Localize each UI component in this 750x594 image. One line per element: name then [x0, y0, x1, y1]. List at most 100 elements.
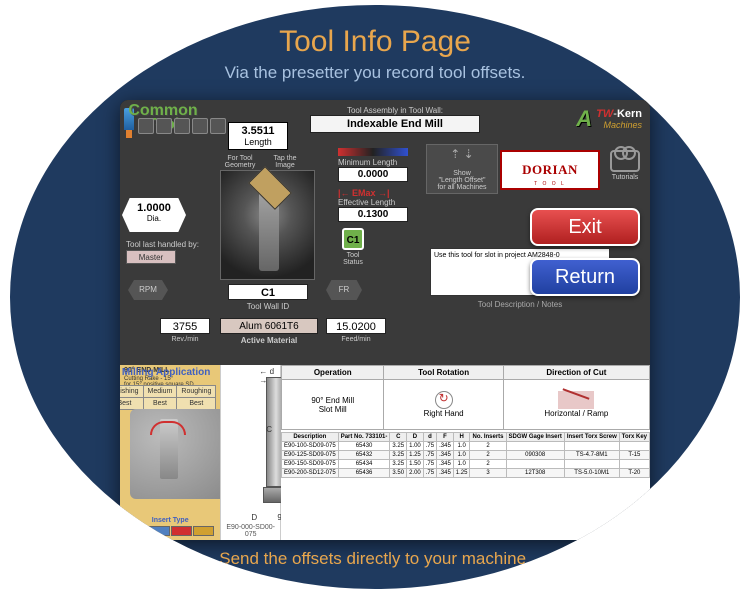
dorian-sub: T O O L: [534, 181, 566, 187]
insert-cell: [171, 526, 192, 536]
spec-cell: E90-150-SD09-075: [281, 460, 338, 469]
insert-cell: [148, 526, 169, 536]
spec-table: DescriptionPart No. 733101-CDdFHNo. Inse…: [281, 432, 650, 478]
dorian-text: DORIAN: [522, 162, 578, 178]
rpm-value[interactable]: 3755: [160, 318, 210, 334]
spec-header: SDGW Gage Insert: [506, 433, 564, 442]
spec-cell: 1.0: [453, 451, 470, 460]
spec-header: Torx Key: [619, 433, 649, 442]
data-panel: Operation Tool Rotation Direction of Cut…: [281, 365, 650, 540]
diagram-panel: ← d → C D 90° E90-000-SD00-075: [220, 365, 281, 540]
tool-image[interactable]: [220, 170, 315, 280]
toolbar-icon[interactable]: [210, 118, 226, 134]
eff-length-block: |← EMax →| Effective Length 0.1300: [338, 188, 408, 222]
assembly-value[interactable]: Indexable End Mill: [310, 115, 480, 133]
mill-col: Roughing: [177, 386, 216, 398]
spec-cell: .345: [437, 460, 454, 469]
spec-cell: E90-100-SD09-075: [281, 442, 338, 451]
spec-cell: 12T308: [506, 469, 564, 478]
spec-cell: .75: [423, 442, 436, 451]
top-panel: Common Tool Tool Assembly in Tool Wall: …: [120, 100, 650, 365]
op-value: 90° End Mill Slot Mill: [281, 380, 383, 430]
tap-image-label: Tap the Image: [265, 155, 305, 169]
length-readout[interactable]: 3.5511 Length: [228, 122, 288, 150]
mill-val: Best: [143, 398, 177, 410]
spec-cell: 1.50: [407, 460, 424, 469]
spec-cell: E90-125-SD09-075: [281, 451, 338, 460]
spec-header: Part No. 733101-: [338, 433, 390, 442]
assembly-label: Tool Assembly in Tool Wall:: [310, 106, 480, 115]
min-length-label: Minimum Length: [338, 158, 408, 167]
min-length-value[interactable]: 0.0000: [338, 167, 408, 182]
spec-cell: [619, 460, 649, 469]
dorian-logo[interactable]: DORIAN T O O L: [500, 150, 600, 190]
spec-cell: .75: [423, 469, 436, 478]
spec-cell: [506, 442, 564, 451]
material-value[interactable]: Alum 6061T6: [220, 318, 318, 334]
spec-cell: 1.00: [407, 442, 424, 451]
show-length-offset-button[interactable]: ⇡ ⇣ Show "Length Offset" for all Machine…: [426, 144, 498, 194]
emax-label: |← EMax →|: [338, 188, 408, 198]
spec-cell: 2: [470, 442, 506, 451]
spec-header: Description: [281, 433, 338, 442]
spec-cell: T-20: [619, 469, 649, 478]
brand-logo: A TW-Kern Machines: [576, 106, 642, 132]
for-geometry-label: For Tool Geometry: [220, 155, 260, 169]
op-hdr: Tool Rotation: [384, 366, 503, 380]
tutorials-label: Tutorials: [606, 174, 644, 181]
table-row[interactable]: E90-100-SD09-075654303.251.00.75.3451.02: [281, 442, 649, 451]
spec-cell: 65430: [338, 442, 390, 451]
diameter-readout[interactable]: 1.0000 Dia.: [122, 198, 186, 232]
table-row[interactable]: E90-200-SD12-075654363.502.00.75.3451.25…: [281, 469, 649, 478]
table-row[interactable]: E90-125-SD09-075654323.251.25.75.3451.02…: [281, 451, 649, 460]
spec-header: F: [437, 433, 454, 442]
page-footer: Send the offsets directly to your machin…: [10, 549, 740, 569]
camera-icon: [610, 150, 640, 172]
dim-c: C: [266, 425, 272, 434]
exit-button[interactable]: Exit: [530, 208, 640, 246]
length-value: 3.5511: [229, 125, 287, 137]
spec-cell: 1.25: [407, 451, 424, 460]
rpm-button[interactable]: RPM: [128, 280, 168, 300]
spec-cell: 3: [470, 469, 506, 478]
return-button[interactable]: Return: [530, 258, 640, 296]
spec-cell: 65436: [338, 469, 390, 478]
spec-cell: .345: [437, 451, 454, 460]
app-screenshot: Common Tool Tool Assembly in Tool Wall: …: [120, 100, 650, 540]
insert-type-row: [126, 526, 214, 536]
spec-cell: [564, 460, 619, 469]
last-handled-value[interactable]: Master: [126, 250, 176, 264]
lower-panel: 90° END MILL Cutting Rake - 15° for 15° …: [120, 365, 650, 540]
spec-cell: T-15: [619, 451, 649, 460]
feed-unit: Feed/min: [326, 336, 386, 343]
brand-machines: Machines: [596, 120, 642, 130]
toolbar-icon[interactable]: [174, 118, 190, 134]
operation-table: Operation Tool Rotation Direction of Cut…: [281, 365, 650, 430]
eff-length-value[interactable]: 0.1300: [338, 207, 408, 222]
insert-cell: [126, 526, 147, 536]
status-badge: C1: [342, 228, 364, 250]
toolbar-icon[interactable]: [138, 118, 154, 134]
feed-value[interactable]: 15.0200: [326, 318, 386, 334]
spec-header: C: [390, 433, 407, 442]
spec-cell: .75: [423, 460, 436, 469]
toolbar-icon[interactable]: [192, 118, 208, 134]
direction-cell: Horizontal / Ramp: [503, 380, 649, 430]
brand-kern: Kern: [617, 108, 642, 120]
spec-cell: [564, 442, 619, 451]
wall-id-value[interactable]: C1: [228, 284, 308, 300]
fr-button[interactable]: FR: [326, 280, 362, 300]
toolbar-icon[interactable]: [156, 118, 172, 134]
table-row[interactable]: E90-150-SD09-075654343.251.50.75.3451.02: [281, 460, 649, 469]
mill-val: Best: [177, 398, 216, 410]
spec-cell: 2.00: [407, 469, 424, 478]
dim-big-d: D: [251, 513, 257, 522]
tutorials-button[interactable]: Tutorials: [606, 150, 644, 181]
spec-header: D: [407, 433, 424, 442]
dia-label: Dia.: [122, 214, 186, 223]
spec-cell: 3.50: [390, 469, 407, 478]
insert-type-label: Insert Type: [126, 517, 214, 524]
toolbar-icons: [138, 118, 226, 134]
spec-cell: [619, 442, 649, 451]
tool-status[interactable]: C1 Tool Status: [338, 228, 368, 266]
